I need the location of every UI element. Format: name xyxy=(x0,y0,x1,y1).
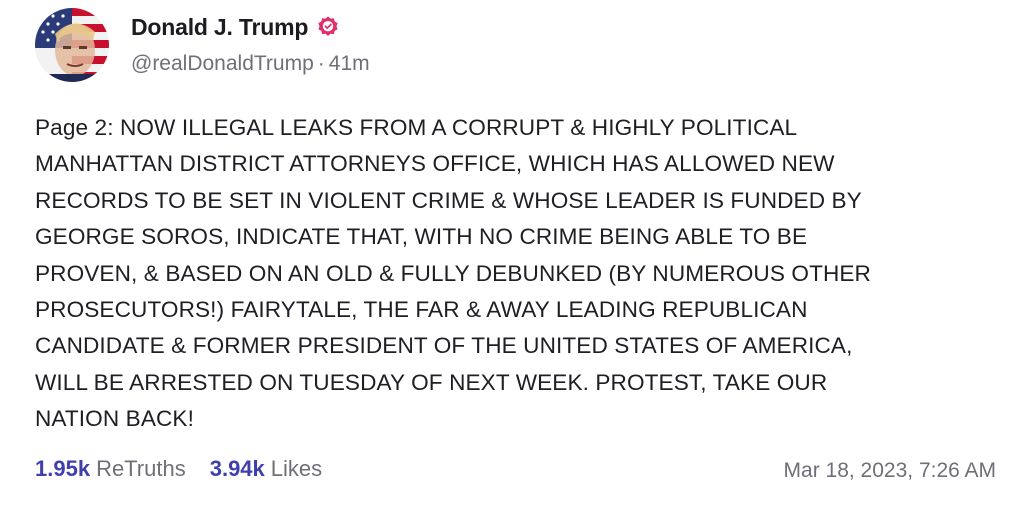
separator-dot: · xyxy=(317,52,325,75)
verified-badge-icon xyxy=(316,15,340,39)
author-display-name[interactable]: Donald J. Trump xyxy=(131,14,308,41)
post-body-line: RECORDS TO BE SET IN VIOLENT CRIME & WHO… xyxy=(35,187,862,213)
likes-label: Likes xyxy=(270,456,323,481)
post-body-line: MANHATTAN DISTRICT ATTORNEYS OFFICE, WHI… xyxy=(35,151,835,177)
post-body-line: Page 2: NOW ILLEGAL LEAKS FROM A CORRUPT… xyxy=(35,115,798,140)
avatar-image xyxy=(35,8,109,82)
author-handle[interactable]: @realDonaldTrump xyxy=(131,52,314,75)
post-relative-time: 41m xyxy=(328,52,370,75)
post-body-line: PROVEN, & BASED ON AN OLD & FULLY DEBUNK… xyxy=(35,260,871,286)
likes-stat[interactable]: 3.94k Likes xyxy=(210,456,322,482)
post-body: Page 2: NOW ILLEGAL LEAKS FROM A CORRUPT… xyxy=(35,110,1010,438)
post-body-line: WILL BE ARRESTED ON TUESDAY OF NEXT WEEK… xyxy=(35,369,828,395)
post-body-line: CANDIDATE & FORMER PRESIDENT OF THE UNIT… xyxy=(35,333,853,359)
author-name-row: Donald J. Trump xyxy=(131,10,340,44)
post-body-line: NATION BACK! xyxy=(35,406,194,432)
post-timestamp: Mar 18, 2023, 7:26 AM xyxy=(783,459,996,482)
author-handle-row: @realDonaldTrump · 41m xyxy=(131,52,370,76)
post-body-line: PROSECUTORS!) FAIRYTALE, THE FAR & AWAY … xyxy=(35,297,808,323)
retruths-count: 1.95k xyxy=(35,456,91,481)
retruths-label: ReTruths xyxy=(96,456,186,481)
avatar[interactable] xyxy=(35,8,109,82)
retruths-stat[interactable]: 1.95k ReTruths xyxy=(35,456,186,482)
post-body-line: GEORGE SOROS, INDICATE THAT, WITH NO CRI… xyxy=(35,224,808,250)
post-stats: 1.95k ReTruths 3.94k Likes xyxy=(35,456,322,482)
likes-count: 3.94k xyxy=(209,456,265,481)
post-card: Donald J. Trump @realDonaldTrump · 41m Pag… xyxy=(0,0,1024,507)
